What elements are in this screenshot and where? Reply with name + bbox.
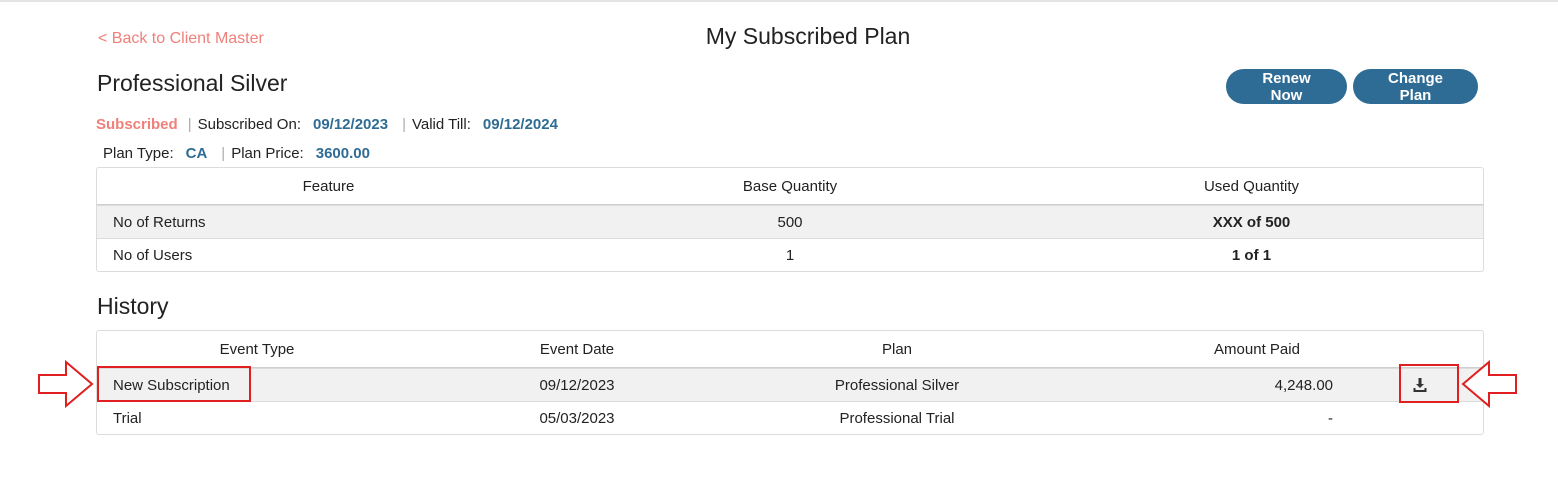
plan-price-value: 3600.00 bbox=[315, 145, 370, 162]
arrow-right-icon bbox=[38, 360, 94, 408]
subscribed-on-label: Subscribed On: bbox=[197, 116, 301, 133]
status-badge: Subscribed bbox=[96, 116, 178, 133]
renew-now-button[interactable]: Renew Now bbox=[1226, 69, 1347, 104]
amount-paid-cell: 4,248.00 bbox=[1274, 376, 1333, 394]
plan-meta-line-1: Subscribed | Subscribed On: 09/12/2023 |… bbox=[96, 116, 558, 133]
event-date-cell: 09/12/2023 bbox=[539, 376, 615, 394]
amount-paid-cell: - bbox=[1328, 409, 1333, 427]
subscribed-on-value: 09/12/2023 bbox=[312, 116, 389, 133]
highlight-box-event-type bbox=[97, 366, 251, 402]
plan-type-label: Plan Type: bbox=[103, 145, 174, 162]
event-type-cell: Trial bbox=[113, 409, 142, 427]
separator: | bbox=[221, 145, 226, 162]
used-quantity-cell: XXX of 500 bbox=[1212, 213, 1291, 231]
column-header-amount-paid: Amount Paid bbox=[1214, 340, 1300, 358]
history-table: Event Type Event Date Plan Amount Paid N… bbox=[96, 330, 1484, 435]
table-row: No of Returns 500 XXX of 500 bbox=[97, 205, 1483, 238]
table-row: New Subscription 09/12/2023 Professional… bbox=[97, 368, 1483, 401]
separator: | bbox=[402, 116, 406, 133]
plan-cell: Professional Silver bbox=[834, 376, 960, 394]
base-quantity-cell: 1 bbox=[785, 246, 795, 264]
valid-till-value: 09/12/2024 bbox=[482, 116, 558, 133]
highlight-box-download bbox=[1399, 364, 1459, 403]
event-date-cell: 05/03/2023 bbox=[539, 409, 615, 427]
column-header-used-quantity: Used Quantity bbox=[1203, 177, 1300, 195]
table-row: Trial 05/03/2023 Professional Trial - bbox=[97, 401, 1483, 434]
table-header-row: Feature Base Quantity Used Quantity bbox=[97, 168, 1483, 205]
arrow-left-icon bbox=[1461, 360, 1517, 408]
column-header-base-quantity: Base Quantity bbox=[742, 177, 838, 195]
history-title: History bbox=[97, 293, 169, 319]
plan-name: Professional Silver bbox=[97, 70, 288, 96]
base-quantity-cell: 500 bbox=[777, 213, 803, 231]
column-header-event-type: Event Type bbox=[219, 340, 295, 358]
top-border bbox=[0, 0, 1558, 2]
change-plan-button[interactable]: Change Plan bbox=[1353, 69, 1478, 104]
page-title: My Subscribed Plan bbox=[705, 23, 911, 49]
features-table: Feature Base Quantity Used Quantity No o… bbox=[96, 167, 1484, 272]
plan-meta-line-2: Plan Type: CA | Plan Price: 3600.00 bbox=[103, 145, 370, 162]
column-header-plan: Plan bbox=[881, 340, 913, 358]
feature-cell: No of Users bbox=[113, 246, 193, 264]
table-header-row: Event Type Event Date Plan Amount Paid bbox=[97, 331, 1483, 368]
table-row: No of Users 1 1 of 1 bbox=[97, 238, 1483, 271]
plan-type-value: CA bbox=[185, 145, 208, 162]
column-header-feature: Feature bbox=[302, 177, 355, 195]
plan-cell: Professional Trial bbox=[839, 409, 955, 427]
feature-cell: No of Returns bbox=[113, 213, 206, 231]
column-header-event-date: Event Date bbox=[539, 340, 615, 358]
used-quantity-cell: 1 of 1 bbox=[1231, 246, 1272, 264]
valid-till-label: Valid Till: bbox=[411, 116, 471, 133]
separator: | bbox=[187, 116, 192, 133]
plan-price-label: Plan Price: bbox=[231, 145, 304, 162]
